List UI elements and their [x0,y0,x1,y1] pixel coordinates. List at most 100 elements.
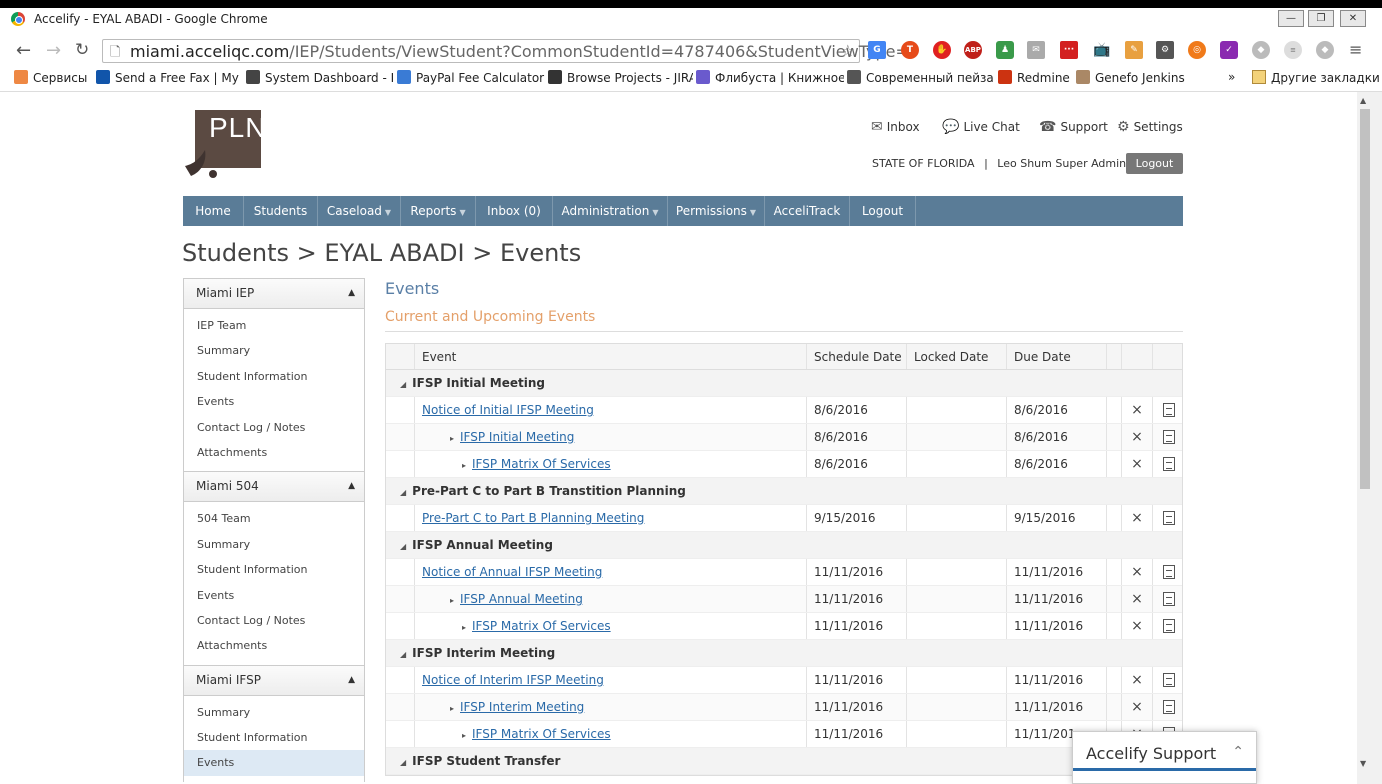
column-header[interactable]: Event [414,344,806,369]
inbox-link[interactable]: ✉ Inbox [871,119,920,135]
expand-arrow-icon[interactable]: ▸ [462,461,466,470]
bookmark-item[interactable]: Современный пейза [847,70,995,85]
sidebar-item[interactable]: Summary [184,700,364,725]
document-icon[interactable] [1162,619,1175,633]
event-link[interactable]: Notice of Initial IFSP Meeting [422,403,594,417]
delete-icon[interactable]: × [1121,694,1152,720]
extension-hand-icon[interactable]: ✋ [933,41,951,59]
extension-diamond-icon[interactable]: ◆ [1252,41,1270,59]
delete-icon[interactable]: × [1121,586,1152,612]
chevron-up-icon[interactable]: ⌃ [1232,744,1244,760]
menu-item-home[interactable]: Home [183,196,244,226]
expand-arrow-icon[interactable]: ▸ [462,731,466,740]
translate-icon[interactable]: G [868,41,886,59]
url-input[interactable]: 🗋 miami.acceliqc.com/IEP/Students/ViewSt… [102,39,909,63]
document-icon[interactable] [1162,457,1175,471]
extension-diamond2-icon[interactable]: ◆ [1316,41,1334,59]
sidebar-section-header[interactable]: Miami 504 ▲ [183,471,365,503]
chrome-menu-icon[interactable]: ≡ [1349,40,1362,59]
delete-icon[interactable]: × [1121,559,1152,585]
menu-item-caseload[interactable]: Caseload ▼ [318,196,401,226]
sidebar-item[interactable]: Summary [184,338,364,363]
scroll-thumb[interactable] [1360,109,1370,489]
event-link[interactable]: Notice of Interim IFSP Meeting [422,673,604,687]
pln-logo[interactable]: PLN [183,110,265,180]
expand-arrow-icon[interactable]: ▸ [462,623,466,632]
support-widget[interactable]: Accelify Support ⌃ [1072,731,1257,784]
expand-arrow-icon[interactable]: ▸ [450,596,454,605]
sidebar-item[interactable]: Events [184,583,364,608]
delete-icon[interactable]: × [1121,424,1152,450]
group-row[interactable]: ◢ IFSP Student Transfer [386,748,1182,775]
document-icon[interactable] [1162,673,1175,687]
sidebar-item[interactable]: Student Information [184,364,364,389]
bookmark-item[interactable]: PayPal Fee Calculator [397,70,545,85]
adblock-icon[interactable]: ABP [964,41,982,59]
extension-grey-icon[interactable]: ≡ [1284,41,1302,59]
sidebar-item[interactable]: Contact Log / Notes [184,608,364,633]
delete-icon[interactable]: × [1121,451,1152,477]
page-scrollbar[interactable]: ▲ ▼ [1357,92,1382,784]
event-link[interactable]: IFSP Matrix Of Services [472,727,611,741]
group-row[interactable]: ◢ IFSP Initial Meeting [386,370,1182,397]
star-icon[interactable]: ☆ [841,41,855,60]
event-link[interactable]: IFSP Annual Meeting [460,592,583,606]
event-link[interactable]: Pre-Part C to Part B Planning Meeting [422,511,644,525]
extension-purple-icon[interactable]: ✓ [1220,41,1238,59]
menu-item-accelitrack[interactable]: AcceliTrack [765,196,850,226]
sidebar-item[interactable]: Contact Log / Notes [184,415,364,440]
other-bookmarks-folder[interactable]: Другие закладки [1252,70,1380,85]
mail-icon[interactable]: ✉ [1027,41,1045,59]
extension-dots-icon[interactable]: ··· [1060,41,1078,59]
column-header[interactable]: Locked Date [906,344,1006,369]
event-link[interactable]: IFSP Initial Meeting [460,430,574,444]
logout-button[interactable]: Logout [1126,153,1183,174]
delete-icon[interactable]: × [1121,505,1152,531]
document-icon[interactable] [1162,592,1175,606]
event-link[interactable]: Notice of Annual IFSP Meeting [422,565,602,579]
collapse-arrow-icon[interactable]: ▲ [348,472,355,501]
bookmark-item[interactable]: Send a Free Fax | My F [96,70,242,85]
sidebar-item[interactable]: Events [184,389,364,414]
event-link[interactable]: IFSP Matrix Of Services [472,619,611,633]
document-icon[interactable] [1162,511,1175,525]
document-icon[interactable] [1162,430,1175,444]
reload-icon[interactable]: ↻ [75,40,89,60]
scroll-up-icon[interactable]: ▲ [1360,96,1366,105]
extension-ring-icon[interactable]: ◎ [1188,41,1206,59]
expand-arrow-icon[interactable]: ▸ [450,434,454,443]
document-icon[interactable] [1162,565,1175,579]
live-chat-link[interactable]: 💬 Live Chat [942,119,1020,135]
expand-toggle-icon[interactable]: ◢ [400,758,406,767]
menu-item-permissions[interactable]: Permissions ▼ [668,196,765,226]
scroll-down-icon[interactable]: ▼ [1360,759,1366,768]
event-link[interactable]: IFSP Interim Meeting [460,700,584,714]
expand-arrow-icon[interactable]: ▸ [450,704,454,713]
bookmark-item[interactable]: Сервисы [14,70,94,85]
settings-link[interactable]: ⚙ Settings [1117,119,1183,135]
expand-toggle-icon[interactable]: ◢ [400,380,406,389]
expand-toggle-icon[interactable]: ◢ [400,542,406,551]
menu-item-reports[interactable]: Reports ▼ [401,196,476,226]
column-header[interactable]: Due Date [1006,344,1106,369]
maximize-button[interactable]: ❐ [1308,10,1334,27]
sidebar-section-header[interactable]: Miami IFSP ▲ [183,664,365,696]
support-link[interactable]: ☎ Support [1039,119,1108,135]
menu-item-inbox-0[interactable]: Inbox (0) [476,196,553,226]
document-icon[interactable] [1162,700,1175,714]
sidebar-item[interactable]: IEP Team [184,313,364,338]
bookmark-item[interactable]: Флибуста | Книжное [696,70,844,85]
group-row[interactable]: ◢ Pre-Part C to Part B Transtition Planni… [386,478,1182,505]
collapse-arrow-icon[interactable]: ▲ [348,279,355,308]
bookmark-item[interactable]: Browse Projects - JIRA [548,70,693,85]
document-icon[interactable] [1162,403,1175,417]
column-header[interactable]: Schedule Date [806,344,906,369]
sidebar-item[interactable]: Attachments [184,440,364,465]
sidebar-item[interactable]: Events [184,750,364,776]
menu-item-administration[interactable]: Administration ▼ [553,196,668,226]
forward-icon[interactable]: → [46,40,61,61]
extension-gear-icon[interactable]: ⚙ [1156,41,1174,59]
delete-icon[interactable]: × [1121,397,1152,423]
bookmarks-overflow-button[interactable]: » [1228,70,1235,84]
event-link[interactable]: IFSP Matrix Of Services [472,457,611,471]
